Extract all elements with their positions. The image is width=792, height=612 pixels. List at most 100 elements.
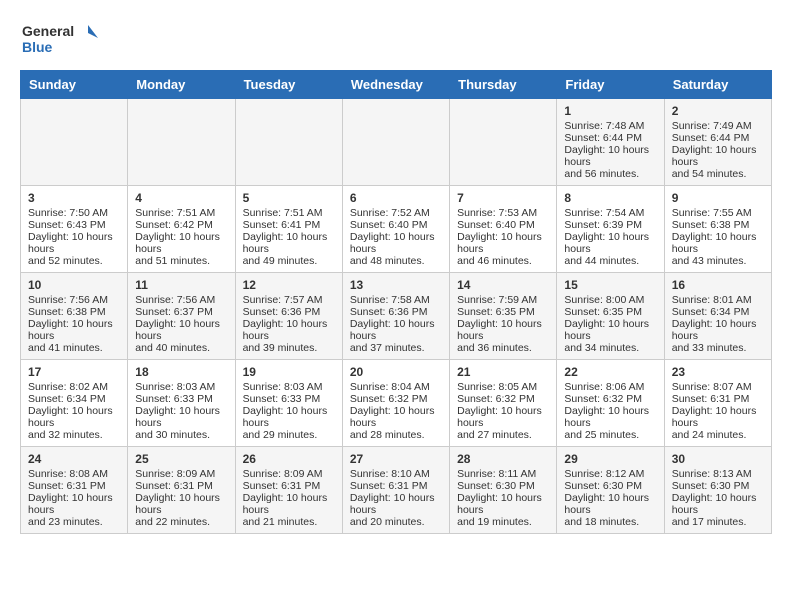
day-number: 11 [135,278,227,292]
weekday-header-saturday: Saturday [664,71,771,99]
calendar-cell: 4Sunrise: 7:51 AMSunset: 6:42 PMDaylight… [128,186,235,273]
day-number: 13 [350,278,442,292]
daylight-minutes: and 37 minutes. [350,342,425,354]
day-number: 2 [672,104,764,118]
calendar-cell: 18Sunrise: 8:03 AMSunset: 6:33 PMDayligh… [128,360,235,447]
daylight-label: Daylight: 10 hours hours [457,492,542,516]
daylight-label: Daylight: 10 hours hours [350,405,435,429]
daylight-label: Daylight: 10 hours hours [135,318,220,342]
daylight-label: Daylight: 10 hours hours [457,405,542,429]
day-number: 5 [243,191,335,205]
day-number: 20 [350,365,442,379]
day-number: 7 [457,191,549,205]
calendar-table: SundayMondayTuesdayWednesdayThursdayFrid… [20,70,772,534]
daylight-label: Daylight: 10 hours hours [672,144,757,168]
day-number: 17 [28,365,120,379]
logo-svg: General Blue [20,20,100,60]
calendar-cell [21,99,128,186]
calendar-cell: 2Sunrise: 7:49 AMSunset: 6:44 PMDaylight… [664,99,771,186]
calendar-cell: 9Sunrise: 7:55 AMSunset: 6:38 PMDaylight… [664,186,771,273]
day-number: 9 [672,191,764,205]
calendar-cell: 22Sunrise: 8:06 AMSunset: 6:32 PMDayligh… [557,360,664,447]
calendar-cell: 12Sunrise: 7:57 AMSunset: 6:36 PMDayligh… [235,273,342,360]
daylight-label: Daylight: 10 hours hours [457,231,542,255]
day-number: 4 [135,191,227,205]
calendar-cell: 21Sunrise: 8:05 AMSunset: 6:32 PMDayligh… [450,360,557,447]
day-number: 16 [672,278,764,292]
calendar-cell: 28Sunrise: 8:11 AMSunset: 6:30 PMDayligh… [450,447,557,534]
daylight-label: Daylight: 10 hours hours [350,492,435,516]
day-number: 6 [350,191,442,205]
daylight-minutes: and 44 minutes. [564,255,639,267]
daylight-minutes: and 25 minutes. [564,429,639,441]
calendar-week-5: 24Sunrise: 8:08 AMSunset: 6:31 PMDayligh… [21,447,772,534]
daylight-minutes: and 36 minutes. [457,342,532,354]
daylight-minutes: and 39 minutes. [243,342,318,354]
day-number: 15 [564,278,656,292]
weekday-header-sunday: Sunday [21,71,128,99]
calendar-cell: 26Sunrise: 8:09 AMSunset: 6:31 PMDayligh… [235,447,342,534]
logo: General Blue [20,20,100,60]
daylight-label: Daylight: 10 hours hours [564,405,649,429]
day-number: 14 [457,278,549,292]
calendar-cell: 3Sunrise: 7:50 AMSunset: 6:43 PMDaylight… [21,186,128,273]
calendar-cell: 16Sunrise: 8:01 AMSunset: 6:34 PMDayligh… [664,273,771,360]
weekday-header-thursday: Thursday [450,71,557,99]
day-number: 12 [243,278,335,292]
day-number: 21 [457,365,549,379]
daylight-label: Daylight: 10 hours hours [28,318,113,342]
daylight-label: Daylight: 10 hours hours [564,492,649,516]
daylight-minutes: and 27 minutes. [457,429,532,441]
daylight-minutes: and 20 minutes. [350,516,425,528]
calendar-week-4: 17Sunrise: 8:02 AMSunset: 6:34 PMDayligh… [21,360,772,447]
daylight-minutes: and 41 minutes. [28,342,103,354]
calendar-cell [450,99,557,186]
calendar-cell [128,99,235,186]
day-number: 27 [350,452,442,466]
daylight-label: Daylight: 10 hours hours [672,405,757,429]
daylight-label: Daylight: 10 hours hours [672,492,757,516]
daylight-label: Daylight: 10 hours hours [243,318,328,342]
calendar-cell: 11Sunrise: 7:56 AMSunset: 6:37 PMDayligh… [128,273,235,360]
daylight-label: Daylight: 10 hours hours [350,231,435,255]
daylight-minutes: and 32 minutes. [28,429,103,441]
day-number: 22 [564,365,656,379]
daylight-minutes: and 54 minutes. [672,168,747,180]
day-number: 8 [564,191,656,205]
daylight-minutes: and 43 minutes. [672,255,747,267]
daylight-label: Daylight: 10 hours hours [28,405,113,429]
daylight-label: Daylight: 10 hours hours [564,318,649,342]
svg-text:General: General [22,23,74,39]
daylight-label: Daylight: 10 hours hours [243,492,328,516]
day-number: 25 [135,452,227,466]
calendar-cell: 29Sunrise: 8:12 AMSunset: 6:30 PMDayligh… [557,447,664,534]
daylight-label: Daylight: 10 hours hours [672,318,757,342]
daylight-label: Daylight: 10 hours hours [350,318,435,342]
daylight-label: Daylight: 10 hours hours [243,231,328,255]
daylight-minutes: and 34 minutes. [564,342,639,354]
day-number: 28 [457,452,549,466]
day-number: 24 [28,452,120,466]
daylight-label: Daylight: 10 hours hours [28,231,113,255]
daylight-minutes: and 56 minutes. [564,168,639,180]
daylight-minutes: and 17 minutes. [672,516,747,528]
calendar-cell [235,99,342,186]
daylight-minutes: and 28 minutes. [350,429,425,441]
calendar-cell: 13Sunrise: 7:58 AMSunset: 6:36 PMDayligh… [342,273,449,360]
daylight-minutes: and 49 minutes. [243,255,318,267]
day-number: 3 [28,191,120,205]
daylight-minutes: and 40 minutes. [135,342,210,354]
calendar-cell: 20Sunrise: 8:04 AMSunset: 6:32 PMDayligh… [342,360,449,447]
day-number: 26 [243,452,335,466]
calendar-header-row: SundayMondayTuesdayWednesdayThursdayFrid… [21,71,772,99]
daylight-minutes: and 29 minutes. [243,429,318,441]
daylight-label: Daylight: 10 hours hours [28,492,113,516]
daylight-label: Daylight: 10 hours hours [135,492,220,516]
daylight-minutes: and 51 minutes. [135,255,210,267]
calendar-cell: 1Sunrise: 7:48 AMSunset: 6:44 PMDaylight… [557,99,664,186]
calendar-week-1: 1Sunrise: 7:48 AMSunset: 6:44 PMDaylight… [21,99,772,186]
daylight-minutes: and 21 minutes. [243,516,318,528]
calendar-cell: 23Sunrise: 8:07 AMSunset: 6:31 PMDayligh… [664,360,771,447]
daylight-minutes: and 24 minutes. [672,429,747,441]
daylight-minutes: and 22 minutes. [135,516,210,528]
